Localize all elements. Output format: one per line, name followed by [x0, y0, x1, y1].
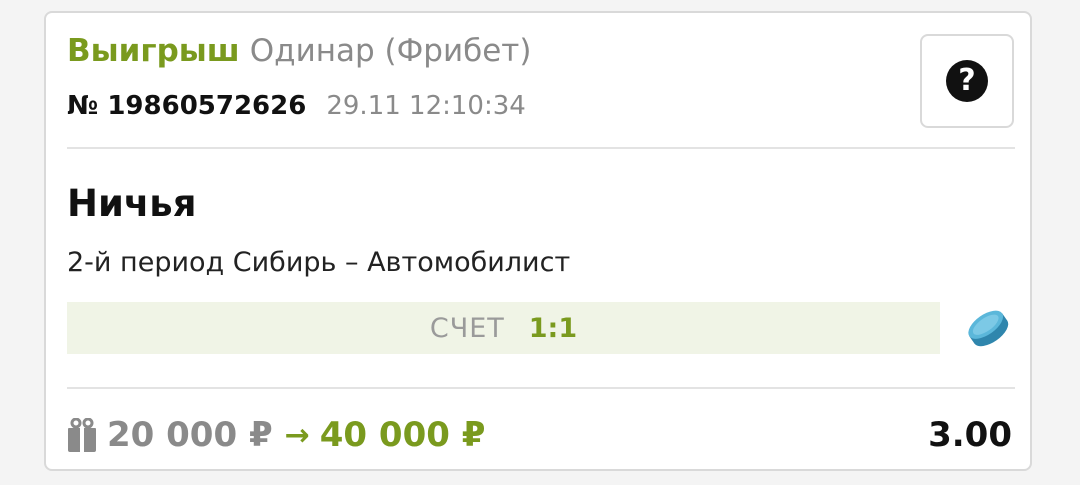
bet-meta: № 19860572626 29.11 12:10:34: [67, 88, 526, 124]
score-bar: СЧЕТ 1:1: [67, 302, 940, 354]
question-icon: ?: [946, 60, 988, 102]
odds-value: 3.00: [928, 415, 1012, 455]
hockey-puck-icon: [968, 310, 1009, 347]
bet-card: Выигрыш Одинар (Фрибет) № 19860572626 29.1…: [44, 11, 1032, 471]
bet-id: № 19860572626: [67, 91, 307, 121]
gift-icon: [68, 418, 96, 452]
bet-datetime: 29.11 12:10:34: [326, 91, 526, 121]
payout-amount: 40 000 ₽: [319, 415, 486, 455]
bet-outcome: Ничья: [67, 182, 197, 225]
divider: [67, 147, 1015, 149]
bet-title: Выигрыш Одинар (Фрибет): [67, 31, 531, 71]
bet-type: Одинар (Фрибет): [249, 33, 532, 69]
divider: [67, 387, 1015, 389]
amounts-row: 20 000 ₽ → 40 000 ₽: [67, 412, 485, 458]
score-label: СЧЕТ: [429, 312, 505, 344]
arrow-right-icon: →: [284, 417, 310, 453]
help-button[interactable]: ?: [920, 34, 1014, 128]
stake-amount: 20 000 ₽: [107, 415, 273, 455]
score-value: 1:1: [528, 312, 578, 344]
event-name: 2-й период Сибирь – Автомобилист: [67, 247, 571, 278]
bet-status: Выигрыш: [67, 33, 240, 69]
